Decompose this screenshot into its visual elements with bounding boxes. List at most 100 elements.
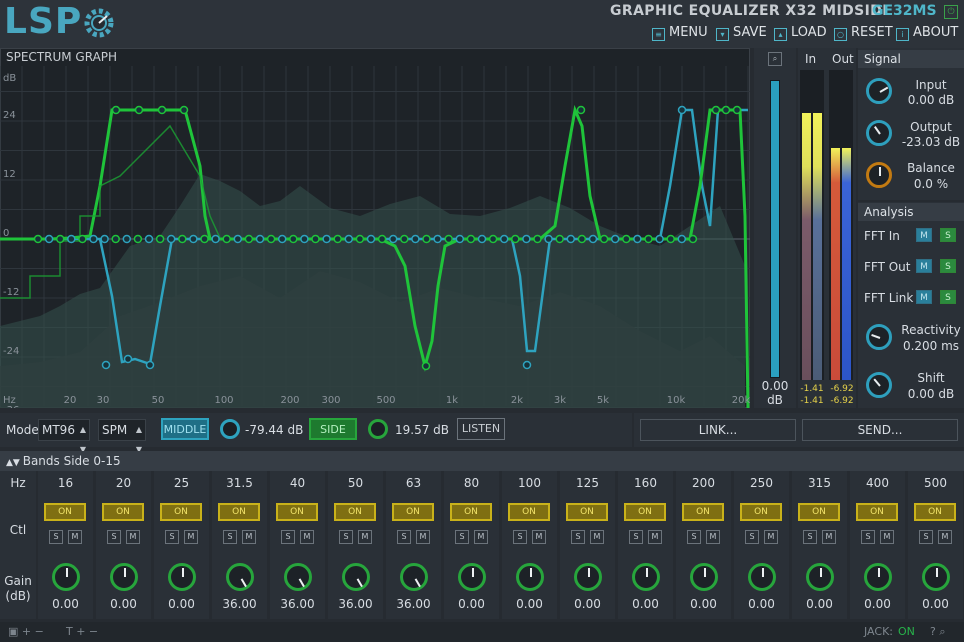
band-on-button[interactable]: ON	[798, 503, 840, 521]
help-icon[interactable]: ? ⌕	[930, 625, 946, 639]
band-mute-button[interactable]: M	[822, 530, 836, 544]
band-gain-knob[interactable]	[690, 563, 718, 591]
side-gain-knob[interactable]	[368, 419, 388, 439]
band-point[interactable]	[266, 234, 276, 244]
band-gain-knob[interactable]	[516, 563, 544, 591]
band-point[interactable]	[577, 234, 587, 244]
band-point[interactable]	[200, 234, 209, 244]
band-solo-button[interactable]: S	[165, 530, 179, 544]
band-mute-button[interactable]: M	[126, 530, 140, 544]
band-point[interactable]	[422, 234, 431, 244]
band-point[interactable]	[189, 234, 198, 244]
band-solo-button[interactable]: S	[571, 530, 585, 544]
band-point[interactable]	[732, 105, 742, 115]
band-gain-knob[interactable]	[632, 563, 660, 591]
band-mute-button[interactable]: M	[880, 530, 894, 544]
band-point[interactable]	[444, 234, 453, 244]
band-point[interactable]	[633, 234, 642, 244]
band-on-button[interactable]: ON	[102, 503, 144, 521]
text-size-icon[interactable]: T + −	[66, 625, 98, 638]
band-solo-button[interactable]: S	[803, 530, 817, 544]
band-point[interactable]	[344, 234, 354, 244]
band-mute-button[interactable]: M	[764, 530, 778, 544]
output-knob[interactable]	[866, 120, 892, 146]
save-button[interactable]: ▾ SAVE	[716, 24, 767, 44]
band-point[interactable]	[33, 234, 43, 244]
band-point[interactable]	[277, 234, 287, 244]
listen-button[interactable]: LISTEN	[457, 418, 505, 440]
band-on-button[interactable]: ON	[508, 503, 550, 521]
band-point[interactable]	[599, 234, 609, 244]
band-point[interactable]	[122, 234, 132, 244]
band-point[interactable]	[533, 234, 542, 244]
band-point[interactable]	[677, 234, 687, 244]
band-point[interactable]	[157, 105, 167, 115]
band-point[interactable]	[67, 234, 76, 244]
band-point[interactable]	[511, 234, 520, 244]
band-point[interactable]	[477, 234, 487, 244]
band-gain-knob[interactable]	[806, 563, 834, 591]
band-point[interactable]	[255, 234, 265, 244]
band-point[interactable]	[499, 234, 509, 244]
band-gain-knob[interactable]	[458, 563, 486, 591]
band-point[interactable]	[377, 234, 387, 244]
band-mute-button[interactable]: M	[474, 530, 488, 544]
reset-button[interactable]: ○ RESET	[834, 24, 893, 44]
band-point[interactable]	[522, 360, 532, 370]
band-gain-knob[interactable]	[226, 563, 254, 591]
band-on-button[interactable]: ON	[914, 503, 956, 521]
band-point[interactable]	[155, 234, 165, 244]
band-point[interactable]	[333, 234, 342, 244]
band-mute-button[interactable]: M	[242, 530, 256, 544]
band-on-button[interactable]: ON	[218, 503, 260, 521]
output-gain-slider[interactable]	[770, 80, 780, 378]
fft-link-m-button[interactable]: M	[916, 290, 932, 304]
band-point[interactable]	[44, 234, 54, 244]
band-mute-button[interactable]: M	[938, 530, 952, 544]
band-on-button[interactable]: ON	[450, 503, 492, 521]
band-point[interactable]	[289, 234, 298, 244]
band-point[interactable]	[111, 234, 120, 244]
band-solo-button[interactable]: S	[513, 530, 527, 544]
band-point[interactable]	[111, 105, 121, 115]
band-gain-knob[interactable]	[864, 563, 892, 591]
band-solo-button[interactable]: S	[49, 530, 63, 544]
band-point[interactable]	[211, 234, 220, 244]
band-point[interactable]	[133, 234, 143, 244]
band-on-button[interactable]: ON	[160, 503, 202, 521]
band-point[interactable]	[666, 234, 675, 244]
band-point[interactable]	[78, 234, 87, 244]
band-point[interactable]	[145, 360, 155, 370]
band-mute-button[interactable]: M	[300, 530, 314, 544]
band-point[interactable]	[488, 234, 498, 244]
band-solo-button[interactable]: S	[629, 530, 643, 544]
band-point[interactable]	[455, 234, 465, 244]
band-gain-knob[interactable]	[110, 563, 138, 591]
band-point[interactable]	[655, 234, 664, 244]
about-button[interactable]: i ABOUT	[896, 24, 958, 44]
band-mute-button[interactable]: M	[184, 530, 198, 544]
band-point[interactable]	[411, 234, 420, 244]
balance-knob[interactable]	[866, 162, 892, 188]
band-gain-knob[interactable]	[748, 563, 776, 591]
input-knob[interactable]	[866, 78, 892, 104]
band-point[interactable]	[101, 360, 111, 370]
band-point[interactable]	[366, 234, 376, 244]
band-point[interactable]	[311, 234, 320, 244]
band-point[interactable]	[466, 234, 476, 244]
band-point[interactable]	[644, 234, 653, 244]
band-point[interactable]	[233, 234, 243, 244]
band-point[interactable]	[433, 234, 442, 244]
band-point[interactable]	[576, 105, 586, 115]
zoom-icon[interactable]: ⌕	[768, 52, 782, 66]
load-button[interactable]: ▴ LOAD	[774, 24, 827, 44]
band-point[interactable]	[566, 234, 576, 244]
band-point[interactable]	[610, 234, 620, 244]
band-point[interactable]	[400, 234, 409, 244]
band-point[interactable]	[677, 105, 687, 115]
menu-button[interactable]: ≡ MENU	[652, 24, 708, 44]
band-point[interactable]	[544, 234, 553, 244]
band-gain-knob[interactable]	[168, 563, 196, 591]
band-point[interactable]	[144, 234, 154, 244]
band-mute-button[interactable]: M	[416, 530, 430, 544]
